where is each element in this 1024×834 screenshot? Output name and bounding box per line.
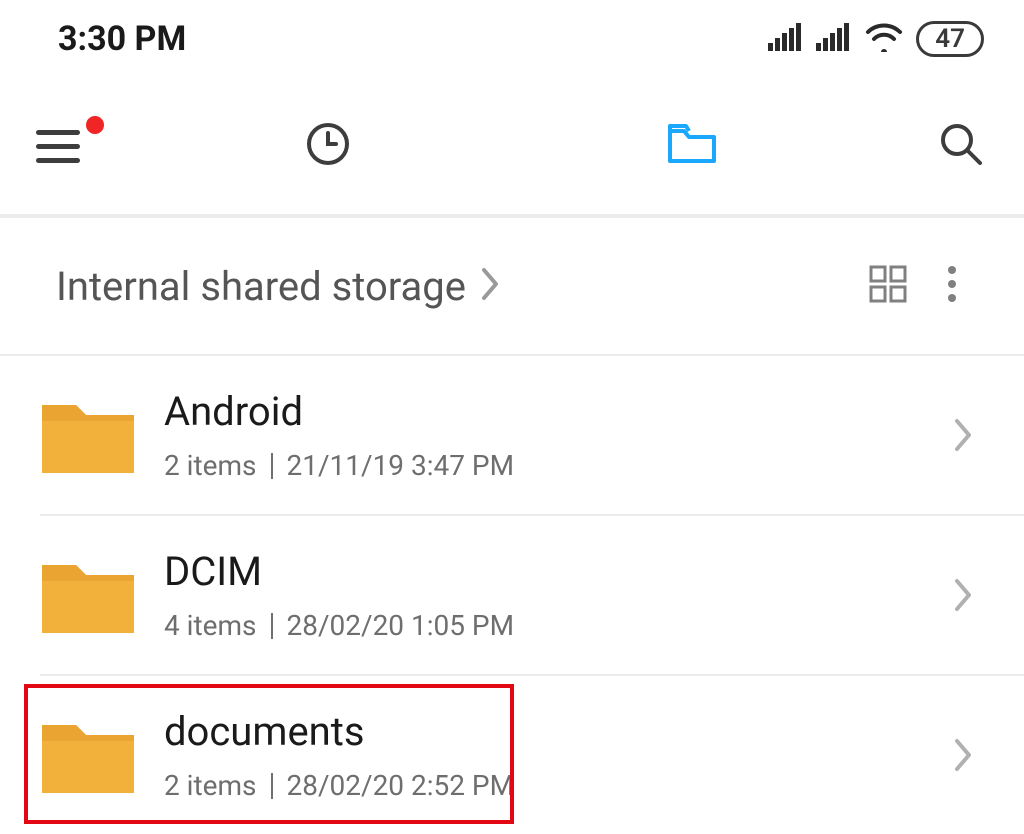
status-right: 47 bbox=[768, 21, 984, 57]
folder-list: Android 2 items 21/11/19 3:47 PM bbox=[0, 356, 1024, 834]
search-icon bbox=[938, 121, 984, 171]
clock-icon bbox=[305, 121, 351, 171]
list-item[interactable]: documents 2 items 28/02/20 2:52 PM bbox=[0, 676, 1024, 834]
folder-subtitle: 2 items 28/02/20 2:52 PM bbox=[164, 769, 944, 802]
more-options-button[interactable] bbox=[920, 254, 984, 318]
tab-recent[interactable] bbox=[146, 78, 510, 214]
breadcrumb-label[interactable]: Internal shared storage bbox=[56, 263, 466, 310]
status-bar: 3:30 PM bbox=[0, 0, 1024, 78]
top-nav bbox=[0, 78, 1024, 218]
folder-date: 28/02/20 2:52 PM bbox=[287, 769, 515, 802]
folder-icon bbox=[40, 707, 136, 803]
separator-icon bbox=[271, 773, 273, 799]
folder-tab-icon bbox=[667, 123, 717, 169]
battery-indicator: 47 bbox=[916, 21, 984, 57]
view-grid-button[interactable] bbox=[856, 254, 920, 318]
folder-name: documents bbox=[164, 708, 944, 755]
notification-dot-icon bbox=[86, 116, 104, 134]
folder-icon bbox=[40, 547, 136, 643]
status-time: 3:30 PM bbox=[58, 19, 186, 59]
grid-icon bbox=[868, 264, 908, 308]
folder-name: Android bbox=[164, 388, 944, 435]
tab-storage[interactable] bbox=[510, 78, 874, 214]
separator-icon bbox=[271, 453, 273, 479]
chevron-right-icon bbox=[944, 737, 984, 773]
hamburger-icon bbox=[36, 128, 84, 164]
menu-button[interactable] bbox=[36, 78, 146, 214]
search-button[interactable] bbox=[874, 78, 984, 214]
folder-name: DCIM bbox=[164, 548, 944, 595]
folder-item-count: 4 items bbox=[164, 609, 257, 642]
breadcrumb-row: Internal shared storage bbox=[0, 218, 1024, 356]
folder-date: 21/11/19 3:47 PM bbox=[287, 449, 515, 482]
list-item[interactable]: Android 2 items 21/11/19 3:47 PM bbox=[0, 356, 1024, 514]
chevron-right-icon bbox=[944, 577, 984, 613]
folder-icon bbox=[40, 387, 136, 483]
folder-subtitle: 4 items 28/02/20 1:05 PM bbox=[164, 609, 944, 642]
signal-2-icon bbox=[816, 23, 852, 55]
separator-icon bbox=[271, 613, 273, 639]
signal-1-icon bbox=[768, 23, 804, 55]
folder-subtitle: 2 items 21/11/19 3:47 PM bbox=[164, 449, 944, 482]
chevron-right-icon bbox=[944, 417, 984, 453]
folder-item-count: 2 items bbox=[164, 449, 257, 482]
folder-date: 28/02/20 1:05 PM bbox=[287, 609, 515, 642]
chevron-right-icon bbox=[478, 264, 504, 308]
more-vertical-icon bbox=[947, 264, 957, 308]
wifi-icon bbox=[864, 22, 904, 56]
folder-item-count: 2 items bbox=[164, 769, 257, 802]
list-item[interactable]: DCIM 4 items 28/02/20 1:05 PM bbox=[0, 516, 1024, 674]
